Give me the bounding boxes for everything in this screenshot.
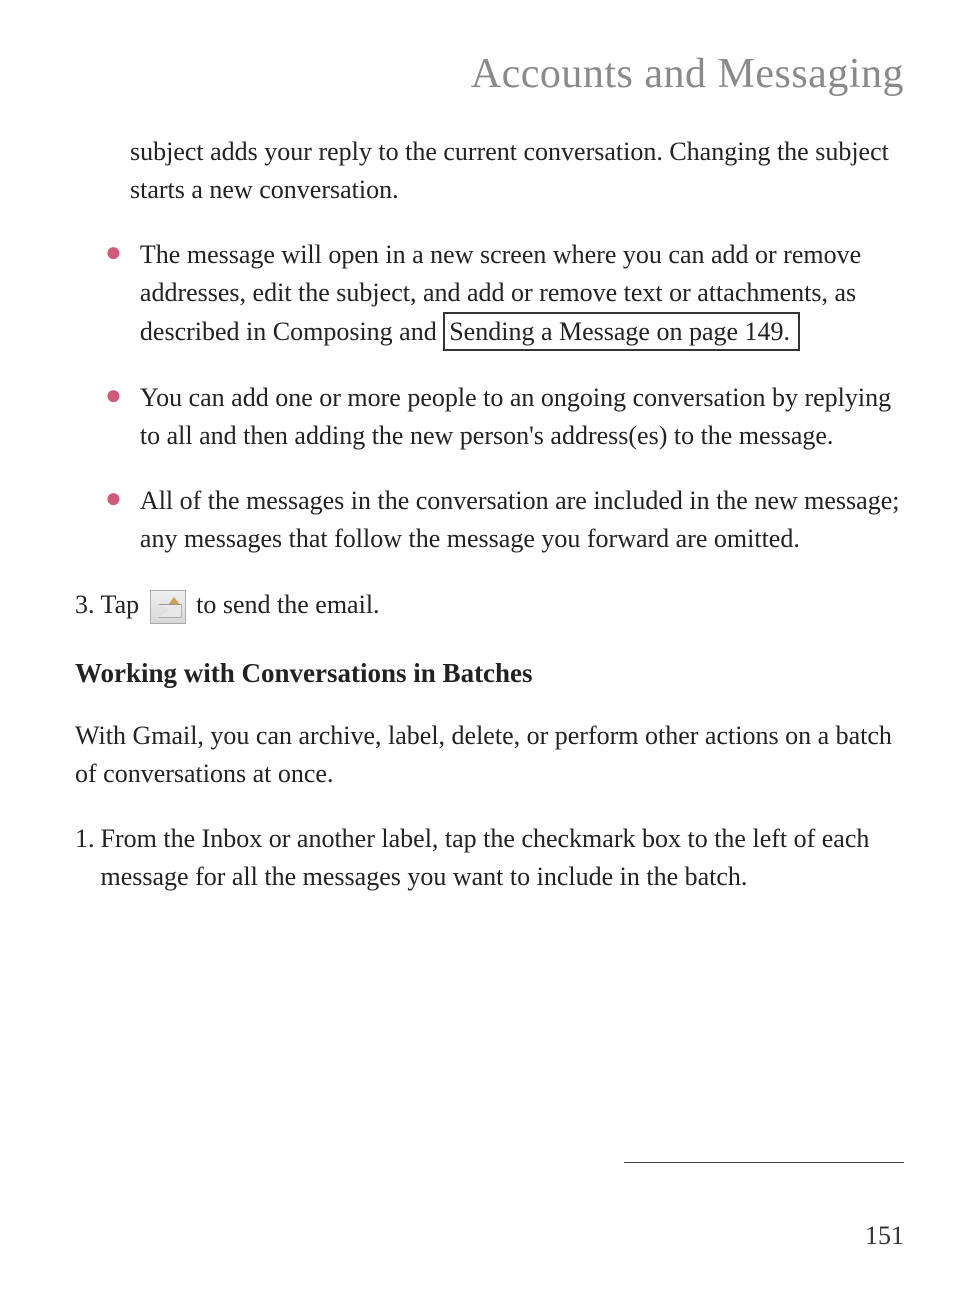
bullet-text-1: The message will open in a new screen wh…: [140, 236, 904, 351]
bullet-item-3: ● All of the messages in the conversatio…: [105, 482, 904, 557]
step-1-text: From the Inbox or another label, tap the…: [101, 820, 905, 895]
page-container: Accounts and Messaging subject adds your…: [0, 0, 954, 1291]
step-3-suffix: to send the email.: [190, 590, 380, 619]
footer-divider: [624, 1162, 904, 1163]
step-3: 3. Tap to send the email.: [75, 586, 904, 624]
bullet-item-2: ● You can add one or more people to an o…: [105, 379, 904, 454]
page-number: 151: [624, 1221, 904, 1251]
page-title: Accounts and Messaging: [75, 50, 904, 98]
bullet-dot-icon: ●: [105, 482, 122, 557]
body-content: subject adds your reply to the current c…: [75, 133, 904, 896]
send-email-icon: [150, 590, 186, 624]
footer: 151: [624, 1162, 904, 1251]
cross-reference-link[interactable]: Sending a Message on page 149.: [443, 312, 800, 351]
section-heading: Working with Conversations in Batches: [75, 654, 904, 693]
bullet-text-3: All of the messages in the conversation …: [140, 482, 904, 557]
bullet-text-2: You can add one or more people to an ong…: [140, 379, 904, 454]
bullet-dot-icon: ●: [105, 379, 122, 454]
step-1-number: 1.: [75, 820, 95, 858]
bullet-dot-icon: ●: [105, 236, 122, 351]
bullet-item-1: ● The message will open in a new screen …: [105, 236, 904, 351]
section-paragraph: With Gmail, you can archive, label, dele…: [75, 717, 904, 792]
step-1: 1. From the Inbox or another label, tap …: [75, 820, 904, 895]
step-3-prefix: 3. Tap: [75, 590, 146, 619]
intro-fragment: subject adds your reply to the current c…: [130, 133, 904, 208]
